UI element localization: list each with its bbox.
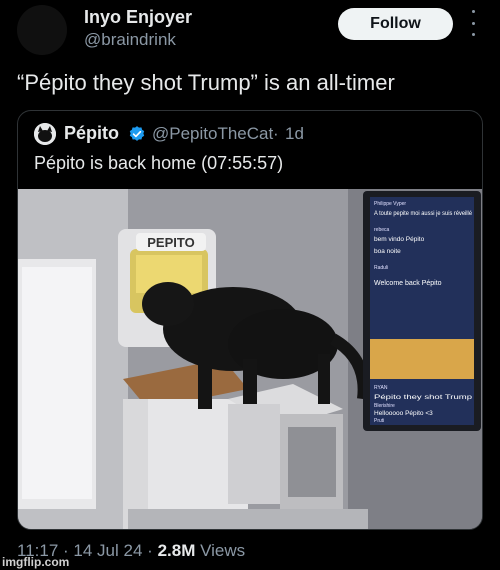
chat-user-5: Blerishire: [374, 403, 395, 409]
author-handle[interactable]: @braindrink: [84, 30, 176, 50]
chat-user-4: RYAN: [374, 385, 388, 391]
views-label: Views: [200, 541, 246, 560]
chat-message-2: boa noite: [374, 248, 401, 255]
chat-message-0: A toute pepite moi aussi je suis réveill…: [374, 210, 472, 217]
cat-flap-label: PEPITO: [136, 233, 206, 251]
chat-message-4: Pépito they shot Trump: [374, 394, 473, 401]
tweet-date[interactable]: 14 Jul 24: [73, 541, 142, 560]
chat-user-0: Philippe Vyper: [374, 201, 406, 207]
separator-dot: ·: [147, 541, 153, 560]
quoted-text: Pépito is back home (07:55:57): [34, 153, 284, 173]
quoted-age: 1d: [285, 124, 304, 143]
chat-message-1: bem vindo Pépito: [374, 236, 425, 243]
quoted-author-name[interactable]: Pépito: [64, 123, 119, 144]
quoted-media-photo[interactable]: PEPITO Philippe Vyper A toute pepite moi…: [18, 189, 482, 529]
more-options-icon[interactable]: [468, 10, 478, 36]
tweet-header: Inyo Enjoyer @braindrink Follow: [0, 0, 500, 60]
chat-user-3: Raduli: [374, 265, 388, 271]
room-scene: PEPITO Philippe Vyper A toute pepite moi…: [18, 189, 482, 529]
author-avatar[interactable]: [17, 5, 67, 55]
separator-dot: ·: [273, 124, 279, 143]
follow-button[interactable]: Follow: [338, 8, 453, 40]
chat-message-3: Welcome back Pépito: [374, 280, 442, 287]
quoted-author-handle[interactable]: @PepitoTheCat: [152, 124, 273, 144]
chat-user-6: Pruti: [374, 418, 384, 424]
tweet-text: “Pépito they shot Trump” is an all-timer: [17, 70, 395, 95]
chat-message-5: Hellooooo Pépito <3: [374, 410, 433, 417]
chat-user-1: rebeca: [374, 227, 390, 233]
views-count: 2.8M: [157, 541, 196, 560]
quoted-tweet[interactable]: Pépito @PepitoTheCat · 1d Pépito is back…: [17, 110, 483, 530]
quoted-author-avatar[interactable]: [34, 123, 56, 145]
watermark: imgflip.com: [2, 555, 70, 569]
author-name[interactable]: Inyo Enjoyer: [84, 7, 192, 28]
verified-badge-icon: [129, 126, 145, 141]
flap-label-text: PEPITO: [147, 235, 194, 250]
stream-monitor: Philippe Vyper A toute pepite moi aussi …: [363, 191, 481, 431]
